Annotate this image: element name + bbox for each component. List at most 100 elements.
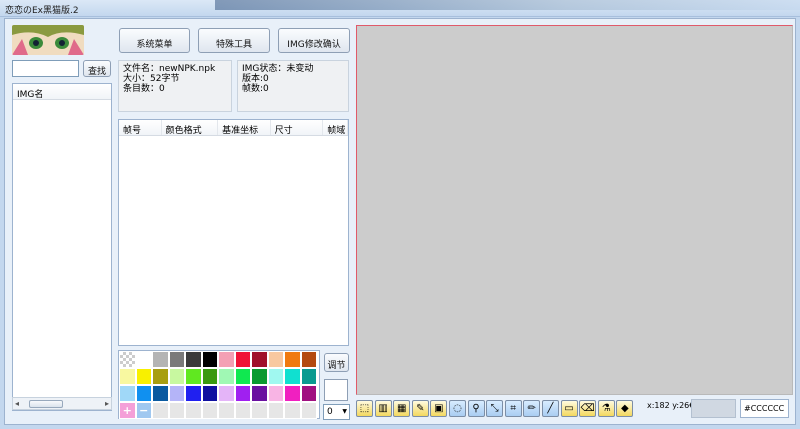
scrollbar-thumb[interactable] (29, 400, 63, 408)
color-swatch[interactable] (267, 351, 284, 368)
zoom-select[interactable]: 0 ▼ (323, 404, 350, 420)
fill-icon[interactable]: ◆ (616, 400, 634, 417)
color-swatch[interactable] (284, 368, 301, 385)
film-icon[interactable]: ▣ (430, 400, 448, 417)
scroll-right-icon[interactable]: ▸ (105, 399, 109, 408)
grid-icon[interactable]: ▦ (393, 400, 411, 417)
remove-color-icon[interactable]: − (135, 402, 152, 419)
img-status-text: IMG状态：未变动 (242, 64, 314, 74)
img-confirm-label: IMG修改确认 (287, 40, 341, 50)
select-icon[interactable]: ⬚ (356, 400, 373, 417)
transparent-swatch[interactable] (119, 351, 136, 368)
special-tools-label: 特殊工具 (215, 40, 252, 50)
column-base-coord[interactable]: 基准坐标 (218, 120, 271, 135)
zoom-icon[interactable]: ⚲ (467, 400, 485, 417)
color-swatch[interactable] (267, 385, 284, 402)
crop-icon[interactable]: ⌗ (504, 400, 522, 417)
file-info-panel: 文件名：newNPK.npk 大小：52字节 条目数：0 (118, 60, 232, 112)
color-swatch[interactable] (218, 368, 235, 385)
pencil-icon[interactable]: ✏ (523, 400, 541, 417)
empty-swatch[interactable] (201, 402, 218, 419)
color-swatch[interactable] (300, 368, 317, 385)
column-size[interactable]: 尺寸 (271, 120, 324, 135)
empty-swatch[interactable] (168, 402, 185, 419)
color-swatch[interactable] (234, 368, 251, 385)
empty-swatch[interactable] (284, 402, 301, 419)
color-swatch[interactable] (201, 368, 218, 385)
color-swatch[interactable] (251, 351, 268, 368)
search-input[interactable] (12, 60, 79, 77)
color-swatch[interactable] (152, 385, 169, 402)
color-swatch[interactable] (218, 351, 235, 368)
color-swatch[interactable] (168, 351, 185, 368)
drawing-toolbar: ⬚ ▥ ▦ ✎ ▣ ◌ ⚲ ⤡ ⌗ ✏ ╱ ▭ ⌫ ⚗ ◆ x:182 y:26€ #CCCCCC (356, 397, 793, 420)
color-swatch[interactable] (284, 385, 301, 402)
color-swatch[interactable] (218, 385, 235, 402)
eyedropper-icon[interactable]: ⚗ (597, 400, 615, 417)
frame-table[interactable]: 帧号 颜色格式 基准坐标 尺寸 帧域 (118, 119, 349, 346)
img-list-horizontal-scrollbar[interactable]: ◂ ▸ (12, 397, 112, 410)
palette-icon[interactable]: ✎ (411, 400, 429, 417)
color-swatch[interactable] (119, 385, 136, 402)
shape-icon[interactable]: ◌ (448, 400, 466, 417)
img-frames-text: 帧数:0 (242, 84, 269, 94)
empty-swatch[interactable] (185, 402, 202, 419)
chevron-down-icon: ▼ (342, 408, 347, 415)
layers-icon[interactable]: ▥ (374, 400, 392, 417)
special-tools-button[interactable]: 特殊工具 (198, 28, 270, 53)
line-icon[interactable]: ╱ (541, 400, 559, 417)
empty-swatch[interactable] (267, 402, 284, 419)
entry-count-text: 条目数：0 (123, 84, 165, 94)
column-frame-area[interactable]: 帧域 (323, 120, 348, 135)
color-swatch[interactable] (284, 351, 301, 368)
empty-swatch[interactable] (152, 402, 169, 419)
color-swatch[interactable] (234, 351, 251, 368)
color-swatch[interactable] (251, 368, 268, 385)
color-swatch[interactable] (119, 368, 136, 385)
color-swatch[interactable] (152, 368, 169, 385)
empty-swatch[interactable] (218, 402, 235, 419)
empty-swatch[interactable] (300, 402, 317, 419)
system-menu-button[interactable]: 系统菜单 (119, 28, 190, 53)
color-swatch[interactable] (201, 385, 218, 402)
main-window: 查找 IMG名 ◂ ▸ 系统菜单 特殊工具 IMG修改确认 文件名：newNPK… (4, 18, 796, 425)
column-color-format[interactable]: 颜色格式 (162, 120, 219, 135)
image-canvas[interactable] (356, 25, 793, 395)
color-swatch[interactable] (185, 351, 202, 368)
color-hex-value: #CCCCCC (744, 404, 785, 413)
color-preview (324, 379, 348, 401)
color-swatch[interactable] (234, 385, 251, 402)
color-swatch[interactable] (135, 385, 152, 402)
color-hex-field[interactable]: #CCCCCC (740, 399, 789, 418)
adjust-button[interactable]: 调节 (324, 353, 349, 372)
eraser-icon[interactable]: ⌫ (579, 400, 597, 417)
color-swatch[interactable] (300, 385, 317, 402)
column-frame-number[interactable]: 帧号 (119, 120, 162, 135)
frame-table-header: 帧号 颜色格式 基准坐标 尺寸 帧域 (119, 120, 348, 136)
scroll-left-icon[interactable]: ◂ (15, 399, 19, 408)
color-swatch[interactable] (267, 368, 284, 385)
img-list[interactable]: IMG名 (12, 83, 112, 411)
color-swatch[interactable] (185, 385, 202, 402)
empty-swatch[interactable] (251, 402, 268, 419)
img-list-header: IMG名 (13, 84, 111, 100)
move-icon[interactable]: ⤡ (486, 400, 504, 417)
color-swatch[interactable] (251, 385, 268, 402)
cursor-coordinates: x:182 y:26€ (647, 401, 695, 410)
color-swatch[interactable] (300, 351, 317, 368)
color-swatch[interactable] (168, 368, 185, 385)
color-swatch[interactable] (185, 368, 202, 385)
color-swatch[interactable] (135, 351, 152, 368)
img-version-text: 版本:0 (242, 74, 269, 84)
empty-swatch[interactable] (234, 402, 251, 419)
add-color-icon[interactable]: + (119, 402, 136, 419)
img-confirm-button[interactable]: IMG修改确认 (278, 28, 350, 53)
rect-icon[interactable]: ▭ (560, 400, 578, 417)
avatar (12, 25, 84, 55)
color-swatch[interactable] (152, 351, 169, 368)
color-swatch[interactable] (135, 368, 152, 385)
color-swatch[interactable] (168, 385, 185, 402)
color-swatch[interactable] (201, 351, 218, 368)
color-palette[interactable]: + − (118, 350, 320, 419)
search-button[interactable]: 查找 (83, 60, 111, 77)
